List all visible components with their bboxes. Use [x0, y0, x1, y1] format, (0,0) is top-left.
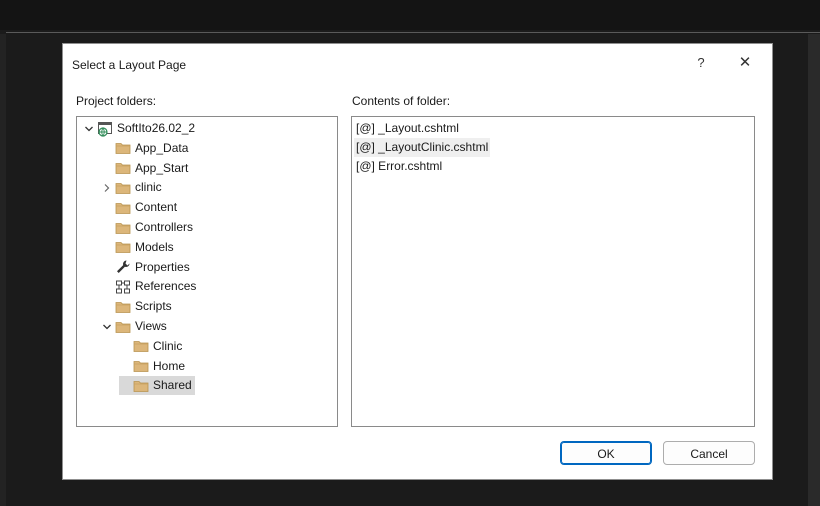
file-item[interactable]: [@] _LayoutClinic.cshtml — [354, 138, 491, 157]
tree-item-content[interactable]: Content — [101, 198, 180, 217]
tree-item-label: App_Start — [135, 160, 189, 175]
background-top-bar — [0, 0, 820, 30]
folder-icon — [133, 358, 149, 374]
tree-item-app-data[interactable]: App_Data — [101, 139, 191, 158]
help-button[interactable]: ? — [691, 52, 711, 74]
folder-icon — [115, 299, 131, 315]
tree-item-label: Scripts — [135, 299, 172, 314]
dialog-title: Select a Layout Page — [72, 58, 187, 72]
tree-item-label: Content — [135, 200, 178, 215]
background-left-edge — [0, 34, 6, 506]
tree-item-clinic[interactable]: clinic — [101, 178, 165, 197]
project-folders-label: Project folders: — [76, 94, 157, 108]
tree-item-controllers[interactable]: Controllers — [101, 218, 196, 237]
background-divider — [6, 32, 820, 33]
tree-item-label: Views — [135, 319, 167, 333]
project-folders-tree[interactable]: SoftIto26.02_2 App_Data App_Startclinic Con… — [76, 116, 338, 427]
folder-contents-label: Contents of folder: — [352, 94, 451, 108]
references-icon — [115, 279, 131, 295]
folder-icon — [115, 239, 131, 255]
folder-icon — [115, 180, 131, 196]
folder-icon — [115, 220, 131, 236]
file-item[interactable]: [@] _Layout.cshtml — [354, 119, 461, 138]
cancel-button[interactable]: Cancel — [663, 441, 755, 465]
folder-icon — [133, 338, 149, 354]
chevron-right-icon[interactable] — [101, 178, 113, 197]
tree-item-label: Clinic — [153, 338, 183, 353]
folder-icon — [115, 319, 131, 335]
tree-item-scripts[interactable]: Scripts — [101, 297, 175, 316]
tree-item-label: Home — [153, 358, 186, 373]
tree-item-home[interactable]: Home — [119, 357, 188, 376]
tree-item-properties[interactable]: Properties — [101, 258, 193, 277]
tree-item-label: Properties — [135, 259, 190, 274]
tree-item-softito26-02-2[interactable]: SoftIto26.02_2 — [83, 119, 198, 138]
tree-item-label: References — [135, 279, 197, 294]
select-layout-dialog: Select a Layout Page ? ✕ Project folders… — [62, 43, 773, 480]
file-item[interactable]: [@] Error.cshtml — [354, 157, 444, 176]
tree-item-label: SoftIto26.02_2 — [117, 121, 196, 135]
tree-item-label: Shared — [153, 378, 192, 393]
chevron-down-icon[interactable] — [101, 317, 113, 336]
web-project-icon — [97, 121, 113, 137]
tree-item-references[interactable]: References — [101, 277, 199, 296]
tree-item-views[interactable]: Views — [101, 317, 170, 336]
tree-item-shared[interactable]: Shared — [119, 376, 195, 396]
folder-icon — [115, 160, 131, 176]
tree-item-models[interactable]: Models — [101, 238, 177, 257]
tree-item-label: Models — [135, 239, 174, 254]
wrench-icon — [115, 259, 131, 275]
tree-item-label: App_Data — [135, 140, 189, 155]
tree-item-label: Controllers — [135, 220, 194, 234]
folder-icon — [115, 200, 131, 216]
folder-icon — [133, 378, 149, 394]
folder-contents-list[interactable]: [@] _Layout.cshtml [@] _LayoutClinic.csht… — [351, 116, 755, 427]
ok-button[interactable]: OK — [560, 441, 652, 465]
folder-icon — [115, 140, 131, 156]
tree-item-app-start[interactable]: App_Start — [101, 159, 191, 178]
tree-item-clinic[interactable]: Clinic — [119, 337, 185, 356]
close-button[interactable]: ✕ — [733, 52, 757, 74]
background-scrollbar — [808, 34, 820, 506]
tree-item-label: clinic — [135, 180, 162, 195]
chevron-down-icon[interactable] — [83, 119, 95, 138]
